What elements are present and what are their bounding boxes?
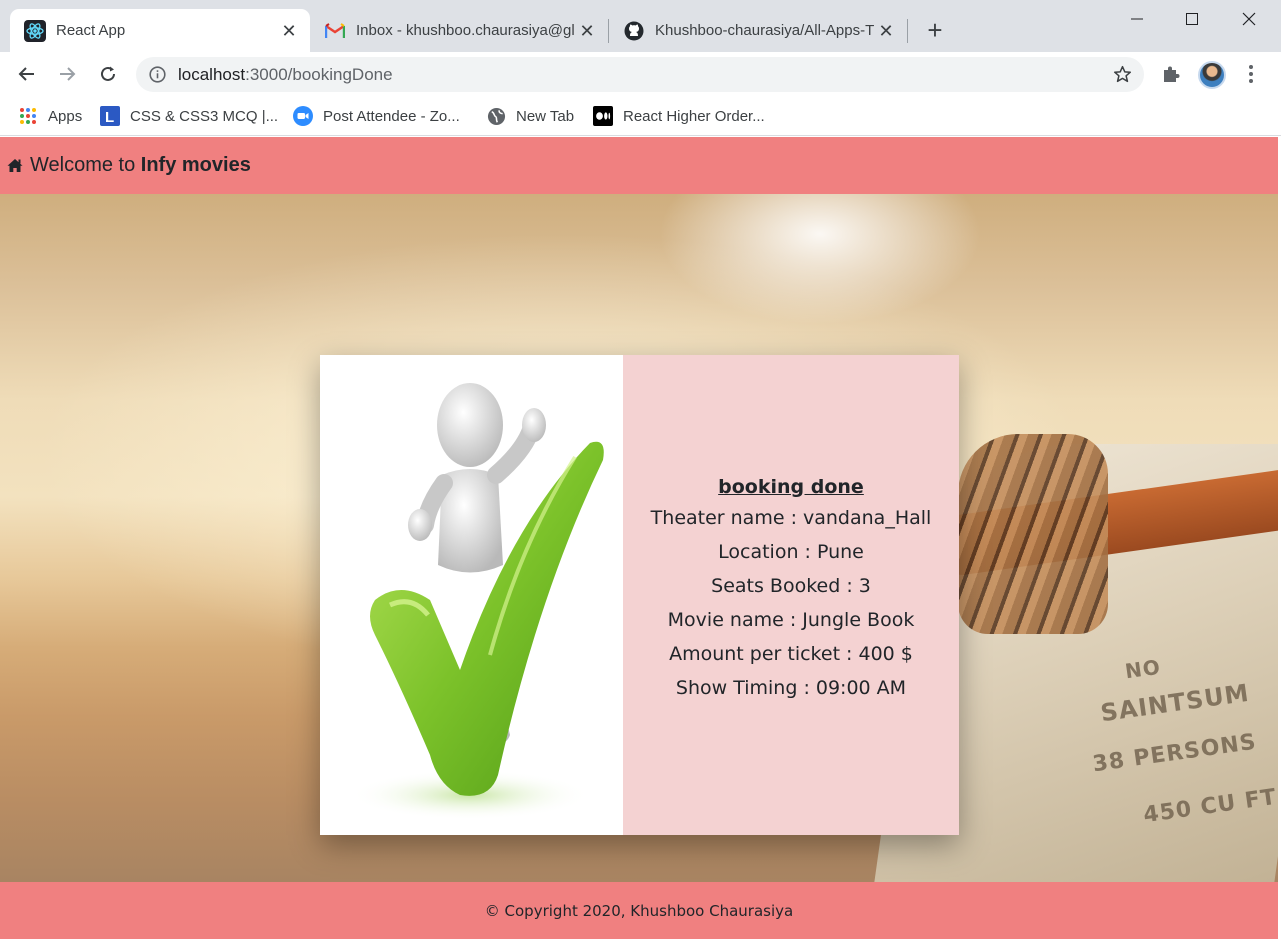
reload-button[interactable] (94, 60, 122, 88)
copyright-text: © Copyright 2020, Khushboo Chaurasiya (484, 901, 794, 920)
tab-divider (907, 19, 908, 43)
svg-text:L: L (105, 109, 114, 126)
show-timing: Show Timing : 09:00 AM (675, 676, 907, 699)
bookmark-apps[interactable]: Apps (18, 105, 82, 127)
amount-per-ticket: Amount per ticket : 400 $ (669, 642, 913, 665)
tab-strip: React App ✕ Inbox - khushboo.chaurasiya@… (0, 0, 1281, 52)
navbar-prefix: Welcome to (30, 154, 141, 176)
tab-title: Khushboo-chaurasiya/All-Apps-T (655, 22, 875, 39)
bookmark-label: New Tab (516, 107, 575, 125)
close-icon[interactable]: ✕ (280, 22, 298, 40)
bookmark-star-icon[interactable] (1113, 65, 1132, 89)
browser-toolbar: localhost:3000/bookingDone (0, 52, 1281, 96)
forward-button[interactable] (53, 60, 81, 88)
tab-github[interactable]: Khushboo-chaurasiya/All-Apps-T ✕ (609, 9, 907, 52)
navbar-brand[interactable]: Welcome to Infy movies (30, 154, 251, 177)
new-tab-button[interactable]: + (922, 17, 948, 44)
bookmark-new-tab[interactable]: New Tab (486, 105, 574, 127)
bookmark-label: React Higher Order... (623, 107, 765, 125)
close-icon[interactable]: ✕ (578, 22, 596, 40)
theater-name: Theater name : vandana_Hall (650, 506, 932, 529)
location: Location : Pune (718, 540, 864, 563)
app-navbar: Welcome to Infy movies (0, 137, 1278, 194)
bookmark-label: CSS & CSS3 MCQ |... (130, 107, 279, 125)
seats-booked: Seats Booked : 3 (711, 574, 871, 597)
back-button[interactable] (13, 60, 41, 88)
medium-icon (593, 106, 613, 126)
back-arrow-icon (18, 67, 34, 81)
globe-icon (486, 106, 506, 126)
home-icon[interactable] (7, 158, 23, 173)
info-icon[interactable] (149, 66, 166, 88)
l-icon: L (100, 106, 120, 126)
extensions-puzzle-icon[interactable] (1159, 62, 1183, 86)
page-viewport: Welcome to Infy movies NO SAINTSUM 38 PE… (0, 137, 1281, 939)
github-icon (623, 20, 645, 42)
booking-heading: booking done (718, 475, 864, 498)
movie-name: Movie name : Jungle Book (667, 608, 915, 631)
success-illustration (320, 355, 623, 835)
close-icon[interactable]: ✕ (877, 22, 895, 40)
address-bar[interactable]: localhost:3000/bookingDone (136, 57, 1144, 92)
bookmark-label: Apps (48, 107, 83, 125)
tab-gmail-inbox[interactable]: Inbox - khushboo.chaurasiya@gl ✕ (310, 9, 608, 52)
brand-name: Infy movies (140, 154, 251, 176)
thumbs-up-checkmark-icon (350, 383, 604, 820)
tab-title: Inbox - khushboo.chaurasiya@gl (356, 22, 575, 39)
booking-details-panel: booking done Theater name : vandana_Hall… (623, 355, 959, 835)
tab-react-app[interactable]: React App ✕ (10, 9, 310, 52)
minimize-button[interactable] (1114, 4, 1160, 34)
bookmark-post-attendee[interactable]: Post Attendee - Zo... (293, 105, 460, 127)
bookmark-react-hoc[interactable]: React Higher Order... (593, 105, 765, 127)
zoom-icon (293, 106, 313, 126)
url-host: localhost (178, 65, 246, 84)
apps-grid-icon (18, 106, 38, 126)
booking-card: booking done Theater name : vandana_Hall… (320, 355, 959, 835)
window-close-button[interactable] (1226, 4, 1272, 34)
tiger-image (958, 434, 1108, 634)
bookmark-css-mcq[interactable]: L CSS & CSS3 MCQ |... (100, 105, 278, 127)
more-menu-icon[interactable] (1239, 62, 1263, 86)
maximize-button[interactable] (1169, 4, 1215, 34)
forward-arrow-icon (60, 67, 76, 81)
url-text: localhost:3000/bookingDone (178, 65, 393, 85)
reload-icon (101, 66, 115, 81)
tab-title: React App (56, 22, 126, 39)
boat-text-no: NO (1123, 654, 1163, 684)
page-footer: © Copyright 2020, Khushboo Chaurasiya (0, 882, 1278, 939)
gmail-icon (324, 20, 346, 42)
react-icon (24, 19, 46, 42)
bookmark-label: Post Attendee - Zo... (323, 107, 460, 125)
url-path: :3000/bookingDone (245, 65, 393, 84)
bookmarks-bar: Apps L CSS & CSS3 MCQ |... Post Attendee… (0, 96, 1281, 136)
background-image: NO SAINTSUM 38 PERSONS 450 CU FT booking… (0, 194, 1281, 884)
profile-avatar[interactable] (1198, 61, 1226, 89)
